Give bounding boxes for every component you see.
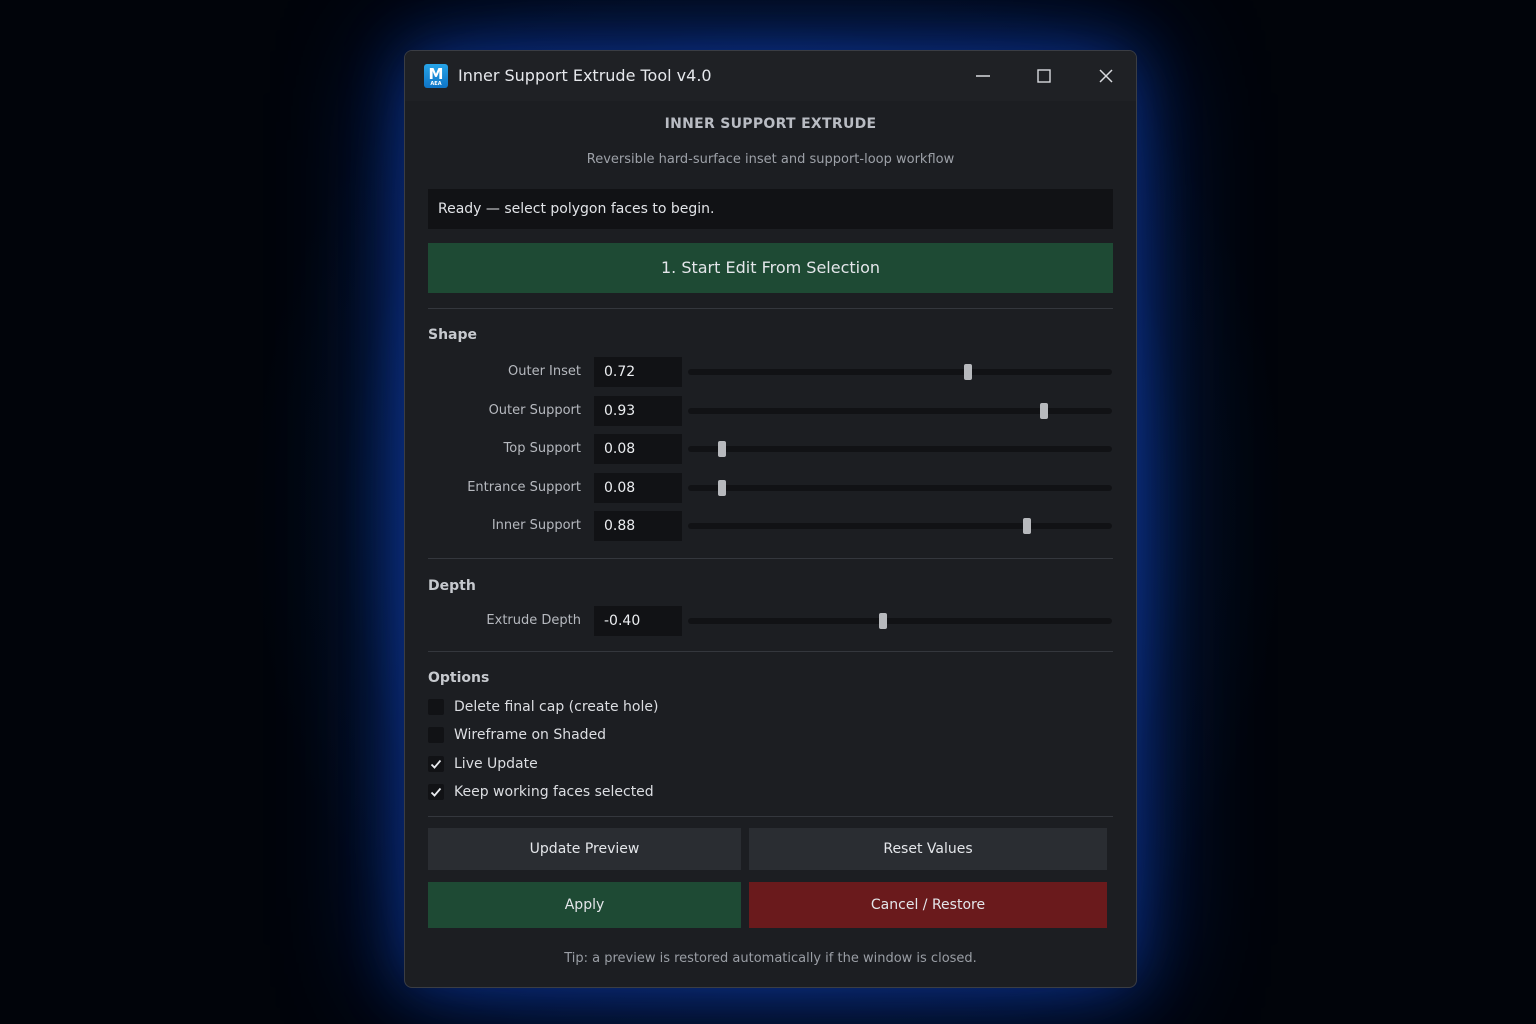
param-row: Top Support (428, 434, 1113, 464)
param-row: Inner Support (428, 511, 1113, 541)
param-slider[interactable] (688, 441, 1112, 457)
maximize-button[interactable] (1029, 61, 1059, 89)
param-row: Outer Inset (428, 357, 1113, 387)
status-bar: Ready — select polygon faces to begin. (428, 189, 1113, 229)
option-label: Keep working faces selected (454, 783, 654, 800)
param-slider[interactable] (688, 518, 1112, 534)
maximize-icon (1037, 69, 1051, 83)
close-icon (1099, 69, 1113, 83)
tool-subtitle: Reversible hard-surface inset and suppor… (586, 152, 955, 167)
reset-values-button[interactable]: Reset Values (749, 828, 1107, 870)
options-section-title: Options (428, 670, 490, 686)
param-value-field[interactable] (594, 606, 682, 636)
param-label: Outer Support (488, 402, 581, 418)
slider-thumb[interactable] (717, 441, 726, 457)
close-button[interactable] (1091, 61, 1121, 89)
param-value-field[interactable] (594, 511, 682, 541)
param-label: Inner Support (491, 518, 581, 533)
param-label: Top Support (503, 441, 581, 456)
divider (428, 651, 1113, 652)
shape-section-title: Shape (428, 327, 478, 343)
depth-section-title: Depth (428, 578, 476, 594)
option-checkbox[interactable] (428, 755, 444, 772)
divider (428, 558, 1113, 559)
app-logo-sub: AEA (430, 81, 442, 87)
checkmark-icon (430, 759, 442, 769)
param-label: Entrance Support (467, 479, 581, 495)
title-bar[interactable]: M AEA Inner Support Extrude Tool v4.0 (405, 51, 1136, 101)
slider-thumb[interactable] (1040, 402, 1049, 419)
option-label: Wireframe on Shaded (454, 727, 607, 744)
checkmark-icon (430, 787, 442, 797)
param-row: Extrude Depth (428, 606, 1113, 636)
param-value-field[interactable] (594, 357, 682, 387)
tool-heading: INNER SUPPORT EXTRUDE (664, 116, 877, 132)
param-value-field[interactable] (594, 434, 682, 464)
slider-thumb[interactable] (879, 613, 888, 629)
status-text: Ready — select polygon faces to begin. (438, 201, 715, 217)
slider-thumb[interactable] (717, 479, 726, 496)
option-label: Live Update (454, 755, 538, 772)
param-row: Outer Support (428, 395, 1113, 426)
divider (428, 816, 1113, 817)
option-checkbox[interactable] (428, 727, 444, 744)
param-slider[interactable] (688, 364, 1112, 380)
minimize-button[interactable] (968, 61, 998, 89)
param-label: Outer Inset (508, 364, 581, 379)
param-slider[interactable] (688, 613, 1112, 629)
param-slider[interactable] (688, 402, 1112, 419)
param-slider[interactable] (688, 479, 1112, 496)
divider (428, 308, 1113, 309)
cancel-restore-button[interactable]: Cancel / Restore (749, 882, 1107, 928)
tip-text: Tip: a preview is restored automatically… (564, 951, 977, 966)
param-label: Extrude Depth (486, 613, 581, 628)
param-value-field[interactable] (594, 472, 682, 503)
option-checkbox[interactable] (428, 699, 444, 715)
start-edit-button[interactable]: 1. Start Edit From Selection (428, 243, 1113, 293)
slider-thumb[interactable] (1023, 518, 1032, 534)
param-row: Entrance Support (428, 472, 1113, 503)
option-label: Delete final cap (create hole) (454, 699, 659, 715)
app-logo-icon: M AEA (424, 64, 448, 88)
minimize-icon (976, 75, 990, 77)
tool-window: M AEA Inner Support Extrude Tool v4.0 IN… (404, 50, 1137, 988)
apply-button[interactable]: Apply (428, 882, 741, 928)
update-preview-button[interactable]: Update Preview (428, 828, 741, 870)
option-checkbox[interactable] (428, 783, 444, 800)
window-title: Inner Support Extrude Tool v4.0 (458, 66, 712, 85)
slider-thumb[interactable] (963, 364, 972, 380)
param-value-field[interactable] (594, 395, 682, 426)
